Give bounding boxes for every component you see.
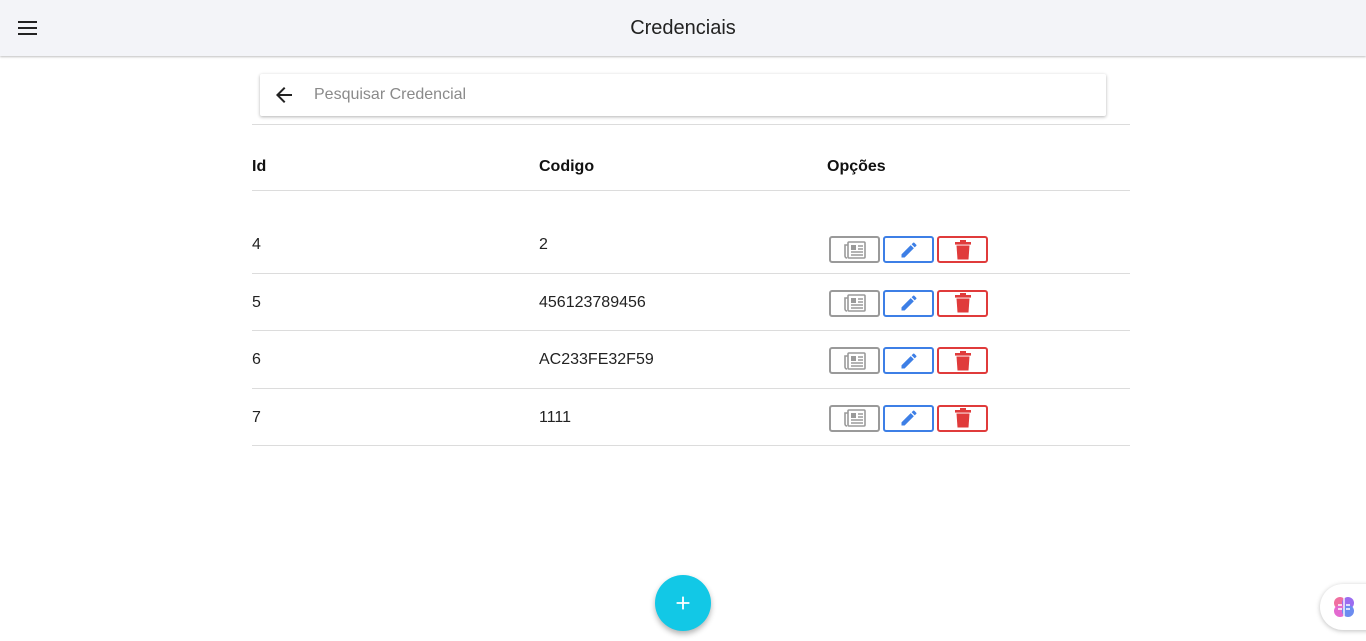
view-button[interactable] — [829, 236, 880, 263]
row-actions — [829, 404, 988, 432]
edit-button[interactable] — [883, 289, 934, 317]
pencil-icon — [899, 240, 919, 260]
column-header-id: Id — [252, 158, 267, 175]
table-row: 5 456123789456 — [252, 274, 1130, 331]
cell-codigo: 2 — [539, 236, 548, 253]
cell-id: 7 — [252, 408, 261, 426]
row-actions — [829, 289, 988, 317]
table-row: 42 — [252, 216, 1130, 274]
cell-codigo: 456123789456 — [539, 293, 646, 311]
newspaper-icon — [843, 294, 866, 312]
delete-button[interactable] — [937, 236, 988, 263]
pencil-icon — [899, 293, 919, 313]
edit-button[interactable] — [883, 347, 934, 374]
column-header-opcoes: Opções — [827, 158, 886, 175]
view-button[interactable] — [829, 289, 880, 317]
plus-icon — [676, 596, 690, 610]
cell-id: 4 — [252, 236, 261, 253]
page-title: Credenciais — [630, 17, 736, 39]
table-body: 4 2 5 456123789456 6 AC233FE32F59 7 1111 — [252, 216, 1130, 446]
cell-id: 6 — [252, 351, 261, 368]
cell-codigo: AC233FE32F59 — [539, 351, 654, 368]
cell-codigo: 1111 — [539, 408, 572, 426]
trash-icon — [954, 239, 971, 260]
assistant-widget-button[interactable] — [1320, 584, 1366, 630]
table-row: 6 AC233FE32F59 — [252, 331, 1130, 389]
edit-button[interactable] — [883, 236, 934, 263]
trash-icon — [954, 350, 971, 371]
pencil-icon — [899, 351, 919, 371]
search-input[interactable] — [314, 74, 1084, 116]
row-actions — [829, 236, 988, 263]
top-toolbar: Credenciais — [0, 0, 1366, 56]
edit-button[interactable] — [883, 404, 934, 432]
table-row: 7 1111 — [252, 389, 1130, 446]
delete-button[interactable] — [937, 289, 988, 317]
newspaper-icon — [843, 351, 866, 370]
view-button[interactable] — [829, 404, 880, 432]
delete-button[interactable] — [937, 347, 988, 374]
table-header: Id Codigo Opções — [252, 145, 1130, 191]
add-credential-button[interactable] — [655, 575, 711, 631]
trash-icon — [954, 408, 971, 428]
newspaper-icon — [843, 240, 866, 259]
arrow-left-icon — [276, 87, 292, 103]
cell-id: 5 — [252, 293, 261, 311]
back-button[interactable] — [272, 83, 296, 107]
trash-icon — [954, 293, 971, 313]
row-actions — [829, 347, 988, 374]
newspaper-icon — [843, 409, 866, 427]
search-bar — [260, 74, 1106, 116]
view-button[interactable] — [829, 347, 880, 374]
pencil-icon — [899, 408, 919, 428]
divider — [252, 124, 1130, 125]
column-header-codigo: Codigo — [539, 158, 595, 175]
brain-icon — [1334, 597, 1354, 617]
delete-button[interactable] — [937, 404, 988, 432]
